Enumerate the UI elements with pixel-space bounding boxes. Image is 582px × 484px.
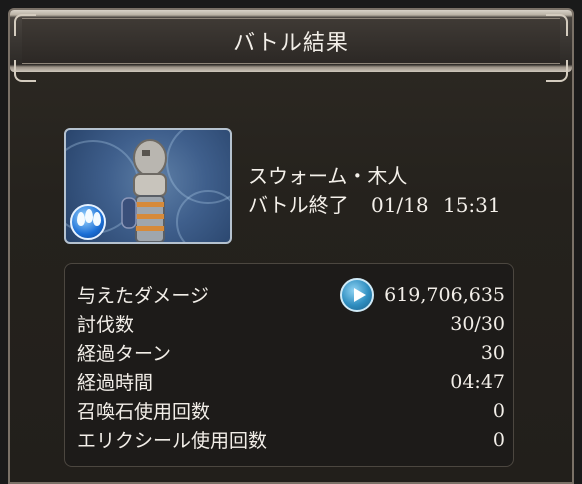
- stat-label: 経過ターン: [77, 343, 172, 365]
- stat-label: 召喚石使用回数: [77, 401, 211, 423]
- stat-row-time: 経過時間 04:47: [77, 367, 505, 396]
- damage-value-group: 619,706,635: [340, 277, 505, 312]
- stats-panel: 与えたダメージ 619,706,635 討伐数 30/30 経過ターン 30 経…: [64, 263, 514, 467]
- play-icon[interactable]: [340, 277, 375, 312]
- battle-end-label: バトル終了: [248, 193, 349, 217]
- battle-end-time: 15:31: [442, 193, 501, 217]
- stat-value: 0: [492, 428, 505, 451]
- water-element-icon: [70, 204, 106, 240]
- stat-label: エリクシール使用回数: [77, 430, 268, 452]
- stat-row-damage: 与えたダメージ 619,706,635: [77, 277, 505, 312]
- stat-row-elixirs: エリクシール使用回数 0: [77, 425, 505, 454]
- stat-row-kills: 討伐数 30/30: [77, 309, 505, 338]
- stat-value: 30: [480, 341, 505, 364]
- battle-end-line: バトル終了 01/18 15:31: [248, 191, 517, 220]
- stat-row-turns: 経過ターン 30: [77, 338, 505, 367]
- title-banner: バトル結果: [22, 18, 560, 64]
- swirl-decoration: [176, 190, 230, 242]
- stat-value: 0: [492, 399, 505, 422]
- battle-end-date: 01/18: [370, 193, 429, 217]
- stat-row-summons: 召喚石使用回数 0: [77, 396, 505, 425]
- wooden-dummy-image: [121, 139, 167, 242]
- stat-value: 30/30: [450, 312, 505, 335]
- stat-label: 与えたダメージ: [77, 285, 210, 307]
- enemy-portrait: [64, 128, 232, 244]
- stat-label: 経過時間: [77, 372, 154, 394]
- stat-value: 619,706,635: [384, 283, 505, 306]
- window-title: バトル結果: [233, 31, 349, 56]
- stat-value: 04:47: [450, 370, 505, 393]
- stat-label: 討伐数: [77, 314, 135, 336]
- enemy-info: スウォーム・木人 バトル終了 01/18 15:31: [248, 162, 517, 220]
- enemy-name: スウォーム・木人: [248, 164, 408, 188]
